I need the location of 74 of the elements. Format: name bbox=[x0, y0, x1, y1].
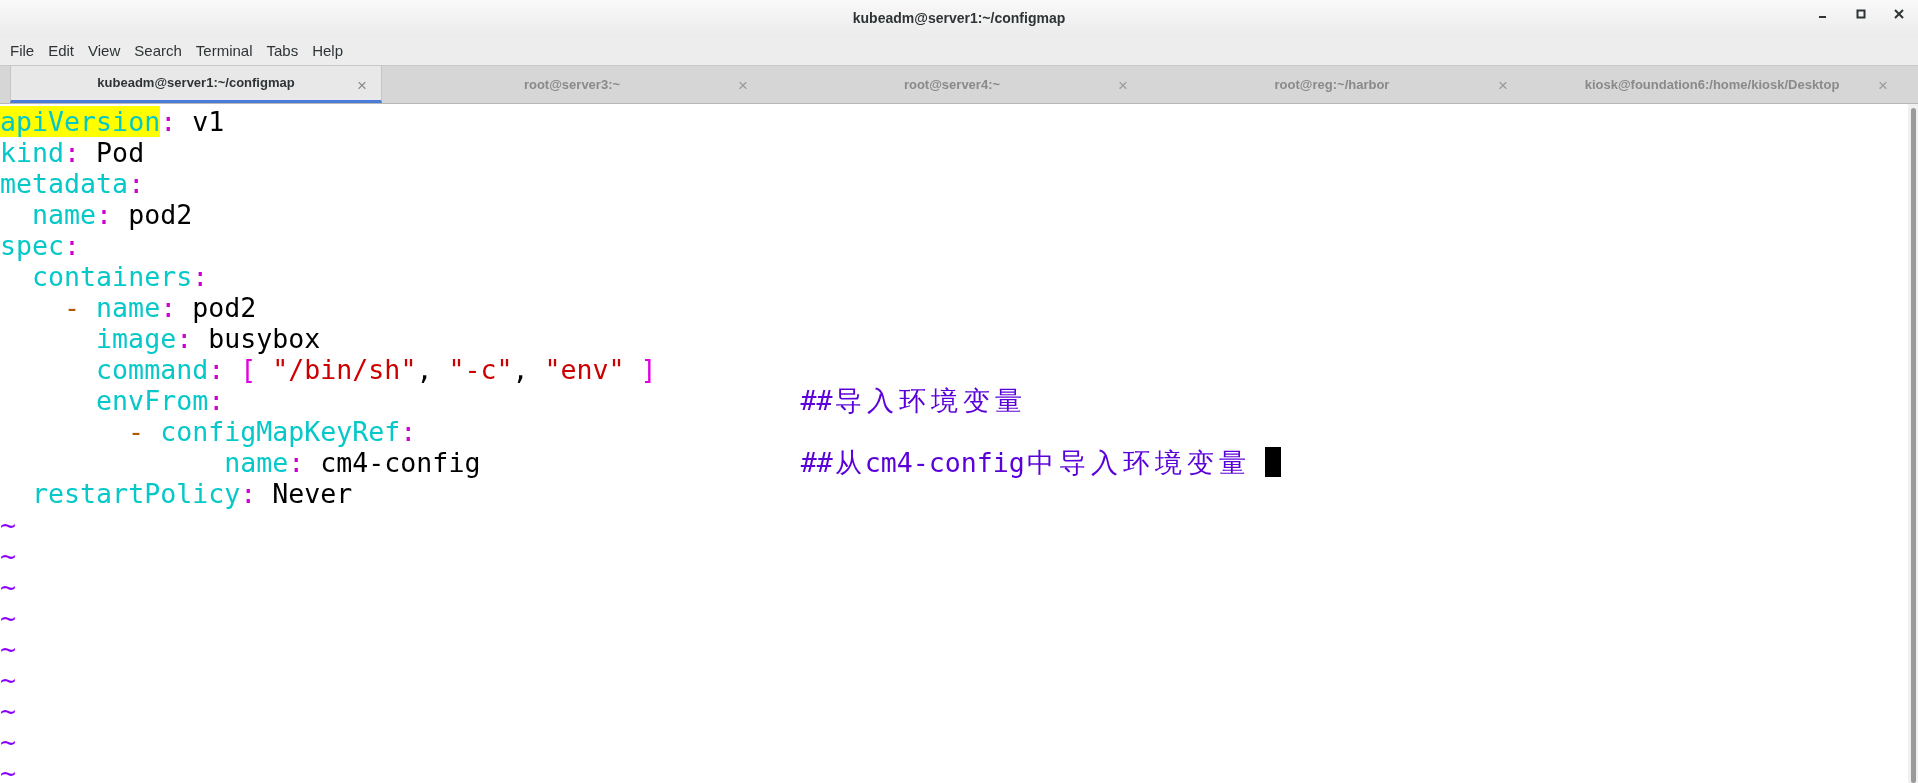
close-icon[interactable] bbox=[1894, 9, 1904, 19]
colon: : bbox=[208, 354, 225, 385]
comma: , bbox=[416, 354, 433, 385]
empty-line-marker: ~ bbox=[0, 757, 16, 783]
menu-item[interactable]: Search bbox=[127, 39, 189, 63]
yaml-value: cm4-config bbox=[320, 447, 481, 478]
yaml-key: restartPolicy bbox=[32, 478, 241, 509]
colon: : bbox=[64, 230, 81, 261]
string-literal: "env" bbox=[544, 354, 625, 385]
tab-close-button[interactable]: × bbox=[357, 73, 367, 99]
colon: : bbox=[160, 292, 177, 323]
menu-item[interactable]: Tabs bbox=[259, 39, 306, 63]
yaml-value: busybox bbox=[208, 323, 321, 354]
yaml-key: spec bbox=[0, 230, 65, 261]
tab[interactable]: root@server4:~ × bbox=[762, 66, 1142, 103]
comment: ##从cm4-config中导入环境变量 bbox=[800, 447, 1248, 478]
empty-line-marker: ~ bbox=[0, 633, 16, 664]
tab[interactable]: root@reg:~/harbor × bbox=[1142, 66, 1522, 103]
yaml-key: envFrom bbox=[96, 385, 209, 416]
yaml-value: Pod bbox=[96, 137, 145, 168]
scrollbar[interactable] bbox=[1908, 104, 1918, 783]
yaml-key: command bbox=[96, 354, 209, 385]
menu-item[interactable]: Help bbox=[305, 39, 351, 63]
yaml-key: name bbox=[96, 292, 161, 323]
empty-line-marker: ~ bbox=[0, 726, 16, 757]
yaml-key: name bbox=[224, 447, 289, 478]
empty-line-marker: ~ bbox=[0, 540, 16, 571]
empty-line-marker: ~ bbox=[0, 571, 16, 602]
empty-line-marker: ~ bbox=[0, 509, 16, 540]
yaml-value: pod2 bbox=[128, 199, 193, 230]
maximize-icon[interactable] bbox=[1856, 9, 1866, 19]
window-title: kubeadm@server1:~/configmap bbox=[852, 9, 1066, 28]
colon: : bbox=[64, 137, 81, 168]
colon: : bbox=[400, 416, 417, 447]
tab-close-button[interactable]: × bbox=[1118, 73, 1128, 99]
menu-item[interactable]: File bbox=[3, 39, 42, 63]
yaml-key: image bbox=[96, 323, 177, 354]
yaml-value: v1 bbox=[192, 106, 225, 137]
menu-item[interactable]: Terminal bbox=[188, 39, 260, 63]
yaml-value: Never bbox=[272, 478, 353, 509]
tab-close-button[interactable]: × bbox=[738, 73, 748, 99]
tab-close-button[interactable]: × bbox=[1878, 73, 1888, 99]
yaml-key: containers bbox=[32, 261, 193, 292]
empty-line-marker: ~ bbox=[0, 602, 16, 633]
colon: : bbox=[192, 261, 209, 292]
tab[interactable]: kubeadm@server1:~/configmap × bbox=[10, 66, 382, 103]
yaml-key: name bbox=[32, 199, 97, 230]
comma: , bbox=[512, 354, 529, 385]
colon: : bbox=[288, 447, 305, 478]
yaml-key: kind bbox=[0, 137, 65, 168]
tab[interactable]: root@server3:~ × bbox=[382, 66, 762, 103]
colon: : bbox=[96, 199, 113, 230]
comment: ##导入环境变量 bbox=[800, 385, 1024, 416]
yaml-key: configMapKeyRef bbox=[160, 416, 401, 447]
yaml-key: apiVersion bbox=[0, 106, 161, 137]
tab-close-button[interactable]: × bbox=[1498, 73, 1508, 99]
list-dash: - bbox=[64, 292, 81, 323]
yaml-key: metadata bbox=[0, 168, 129, 199]
string-literal: "-c" bbox=[448, 354, 513, 385]
list-dash: - bbox=[128, 416, 145, 447]
colon: : bbox=[160, 106, 177, 137]
menu-item[interactable]: Edit bbox=[41, 39, 82, 63]
colon: : bbox=[240, 478, 257, 509]
tab[interactable]: kiosk@foundation6:/home/kiosk/Desktop × bbox=[1522, 66, 1902, 103]
bracket: [ bbox=[240, 354, 257, 385]
colon: : bbox=[128, 168, 145, 199]
menu-item[interactable]: View bbox=[81, 39, 128, 63]
empty-line-marker: ~ bbox=[0, 664, 16, 695]
colon: : bbox=[176, 323, 193, 354]
string-literal: "/bin/sh" bbox=[272, 354, 417, 385]
yaml-value: pod2 bbox=[192, 292, 257, 323]
colon: : bbox=[208, 385, 225, 416]
bracket: ] bbox=[640, 354, 657, 385]
empty-line-marker: ~ bbox=[0, 695, 16, 726]
